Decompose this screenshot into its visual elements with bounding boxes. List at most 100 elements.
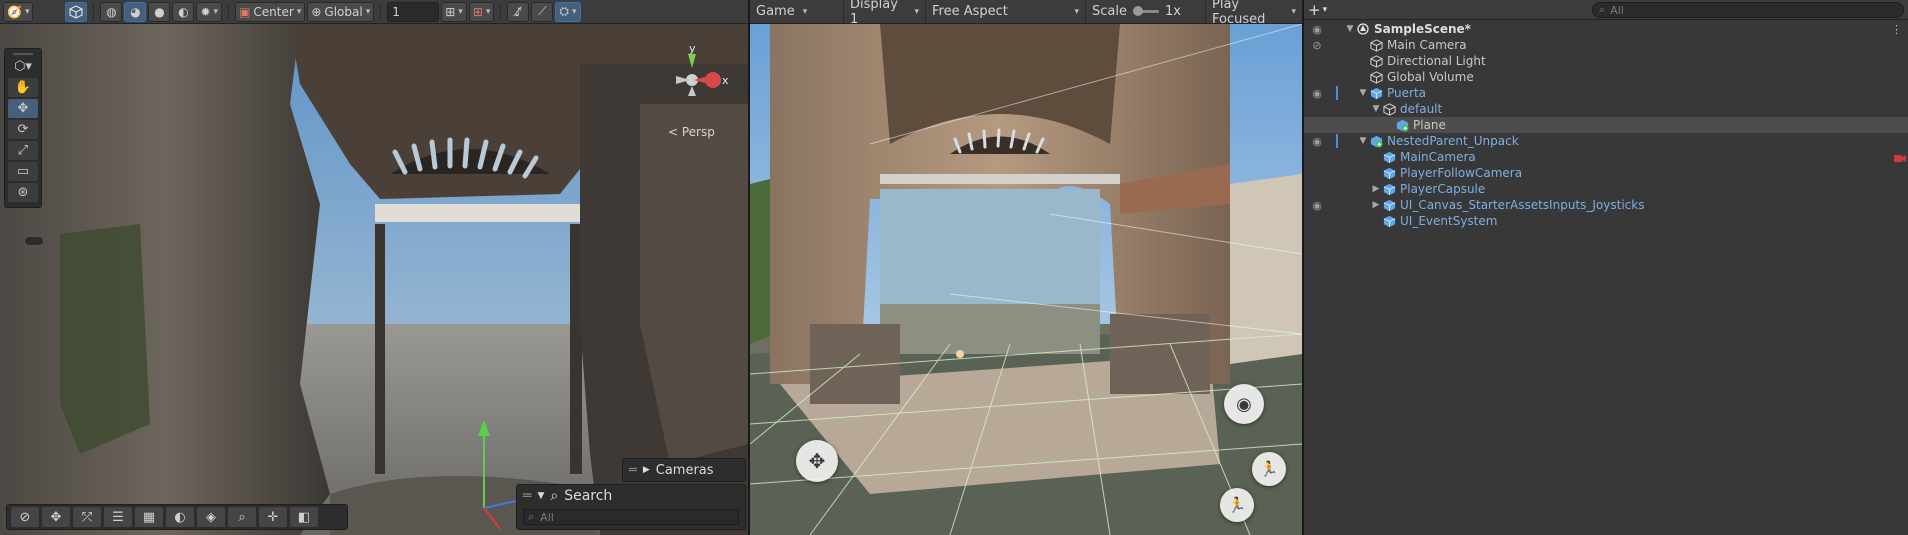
hierarchy-row[interactable]: ◉ ▼ NestedParent_Unpack [1304, 133, 1908, 149]
hierarchy-row[interactable]: Plane [1304, 117, 1908, 133]
shaded-shading-button[interactable]: ◕ [124, 1, 147, 22]
drag-handle[interactable] [13, 53, 33, 55]
foldout-expanded-icon[interactable]: ▼ [1357, 88, 1369, 98]
hierarchy-row[interactable]: PlayerFollowCamera [1304, 165, 1908, 181]
hierarchy-row[interactable]: Global Volume [1304, 69, 1908, 85]
pivot-mode-dropdown[interactable]: ▣ Center [235, 1, 306, 22]
scene-view[interactable]: 🧭 ◍ ◕ ● ◐ ✹ ▣ Center ⊕ Global 1 ⊞ ⊞ ♪̸ ⟋… [0, 0, 748, 535]
foldout-expanded-icon[interactable]: ▼ [1357, 136, 1369, 146]
move-joystick-button[interactable]: ✥ [796, 440, 838, 482]
gizmos-dropdown[interactable]: ⛭ [555, 1, 581, 22]
view-tool-dropdown[interactable]: ⬡▾ [8, 57, 38, 76]
scene-search-input[interactable]: ⌕ All [523, 509, 739, 525]
move-arrows-icon: ✥ [17, 101, 29, 116]
create-dropdown-button[interactable]: + [1308, 1, 1327, 19]
look-button[interactable]: ◉ [1224, 384, 1264, 424]
hierarchy-row[interactable]: MainCamera [1304, 149, 1908, 165]
cube-mode-button[interactable] [65, 1, 88, 22]
display-dropdown[interactable]: Display 1 [844, 0, 926, 27]
orbit-button[interactable]: ⊘ [11, 507, 39, 527]
visibility-toggle-slot[interactable] [1304, 69, 1330, 85]
unlit-shading-button[interactable]: ● [148, 1, 171, 22]
grid-snap-icon: ⊞ [445, 4, 456, 19]
lighting-toggle-button[interactable]: ◐ [172, 1, 195, 22]
grid-snap-value-field[interactable]: 1 [387, 1, 440, 22]
fx-toggle-button[interactable]: ⟋ [531, 1, 554, 22]
visibility-toggle-slot[interactable] [1304, 101, 1330, 117]
aspect-dropdown[interactable]: Free Aspect [926, 0, 1086, 24]
collapse-arrow-icon[interactable]: ▼ [537, 491, 544, 501]
visibility-toggle-slot[interactable] [1304, 165, 1330, 181]
transform-tool-button[interactable]: ⊛ [8, 183, 38, 202]
zoom-button[interactable]: ⌕ [228, 507, 256, 527]
hierarchy-row[interactable]: ▶ PlayerCapsule [1304, 181, 1908, 197]
wireframe-shading-button[interactable]: ◍ [100, 1, 123, 22]
cameras-overlay[interactable]: ═ ▶ Cameras [622, 458, 746, 482]
visibility-eye-icon[interactable]: ◉ [1304, 21, 1330, 37]
kebab-menu-icon[interactable]: ⋮ [1891, 23, 1902, 36]
collapsed-overlay-handle[interactable] [24, 236, 44, 246]
orientation-gizmo[interactable]: y x [658, 40, 728, 110]
hand-tool-button[interactable]: ✋ [8, 78, 38, 97]
play-mode-label: Play Focused [1212, 0, 1266, 27]
prefab-override-marker [1336, 86, 1338, 100]
foldout-expanded-icon[interactable]: ▼ [1344, 24, 1356, 34]
rotate-tool-button[interactable]: ⟳ [8, 120, 38, 139]
visibility-eye-icon[interactable]: ◉ [1304, 85, 1330, 101]
hierarchy-row[interactable]: ◉ ▶ UI_Canvas_StarterAssetsInputs_Joystick… [1304, 197, 1908, 213]
layers-button[interactable]: ◈ [197, 507, 225, 527]
foldout-collapsed-icon[interactable]: ▶ [1370, 200, 1382, 210]
row-label: UI_EventSystem [1400, 214, 1498, 228]
align-tool-button[interactable]: ☰ [104, 507, 132, 527]
solid-sphere-icon: ● [154, 4, 165, 19]
scale-control: Scale 1x [1086, 0, 1206, 24]
grid-toggle-button[interactable]: ▦ [135, 507, 163, 527]
increment-snap-dropdown[interactable]: ⊞ [468, 1, 495, 22]
prefab-cube-icon [1369, 86, 1383, 100]
view-mode-dropdown[interactable]: Game [750, 0, 844, 24]
hierarchy-row[interactable]: Directional Light [1304, 53, 1908, 69]
visibility-toggle-slot[interactable] [1304, 213, 1330, 229]
scene-root-row[interactable]: ◉ ▼ SampleScene* ⋮ [1304, 21, 1908, 37]
orientation-tool-button[interactable]: 🧭 [3, 1, 34, 22]
visibility-toggle-slot[interactable] [1304, 149, 1330, 165]
scale-slider-knob[interactable] [1132, 6, 1143, 16]
scale-value: 1x [1164, 4, 1181, 19]
visibility-toggle-slot[interactable] [1304, 117, 1330, 133]
visibility-toggle-slot[interactable] [1304, 181, 1330, 197]
path-icon: ⤱ [81, 509, 93, 525]
pan-button[interactable]: ✛ [259, 507, 287, 527]
globe-icon: ⊕ [311, 4, 322, 19]
audio-toggle-button[interactable]: ♪̸ [507, 1, 530, 22]
foldout-expanded-icon[interactable]: ▼ [1370, 104, 1382, 114]
grid-snap-dropdown[interactable]: ⊞ [441, 1, 467, 22]
play-mode-dropdown[interactable]: Play Focused [1206, 0, 1302, 27]
pivot-rotation-dropdown[interactable]: ⊕ Global [307, 1, 375, 22]
visibility-eye-icon[interactable]: ◉ [1304, 197, 1330, 213]
search-icon: ⌕ [1599, 3, 1606, 16]
hierarchy-search-input[interactable]: ⌕ All [1592, 2, 1904, 18]
hierarchy-row[interactable]: ◉ ▼ Puerta [1304, 85, 1908, 101]
sprint-button[interactable]: 🏃 [1252, 452, 1286, 486]
scale-tool-button[interactable]: ⤢ [8, 141, 38, 160]
effects-dropdown[interactable]: ✹ [196, 1, 223, 22]
row-label: default [1400, 102, 1443, 116]
visibility-toggle-slot[interactable] [1304, 53, 1330, 69]
hierarchy-row[interactable]: ▼ default [1304, 101, 1908, 117]
move-view-button[interactable]: ✥ [42, 507, 70, 527]
foldout-collapsed-icon[interactable]: ▶ [1370, 184, 1382, 194]
lighting-view-button[interactable]: ◐ [166, 507, 194, 527]
perspective-label[interactable]: < Persp [668, 125, 715, 139]
visibility-hidden-icon[interactable]: ⊘ [1304, 37, 1330, 53]
hierarchy-row[interactable]: ⊘ Main Camera [1304, 37, 1908, 53]
camera-view-button[interactable]: ◧ [290, 507, 318, 527]
row-label: Main Camera [1387, 38, 1467, 52]
path-tool-button[interactable]: ⤱ [73, 507, 101, 527]
jump-button[interactable]: 🏃 [1220, 488, 1254, 522]
game-view[interactable]: Game Display 1 Free Aspect Scale 1x Play… [750, 0, 1302, 535]
scale-slider[interactable] [1132, 6, 1159, 16]
visibility-eye-icon[interactable]: ◉ [1304, 133, 1330, 149]
move-tool-button[interactable]: ✥ [8, 99, 38, 118]
hierarchy-row[interactable]: UI_EventSystem [1304, 213, 1908, 229]
rect-tool-button[interactable]: ▭ [8, 162, 38, 181]
